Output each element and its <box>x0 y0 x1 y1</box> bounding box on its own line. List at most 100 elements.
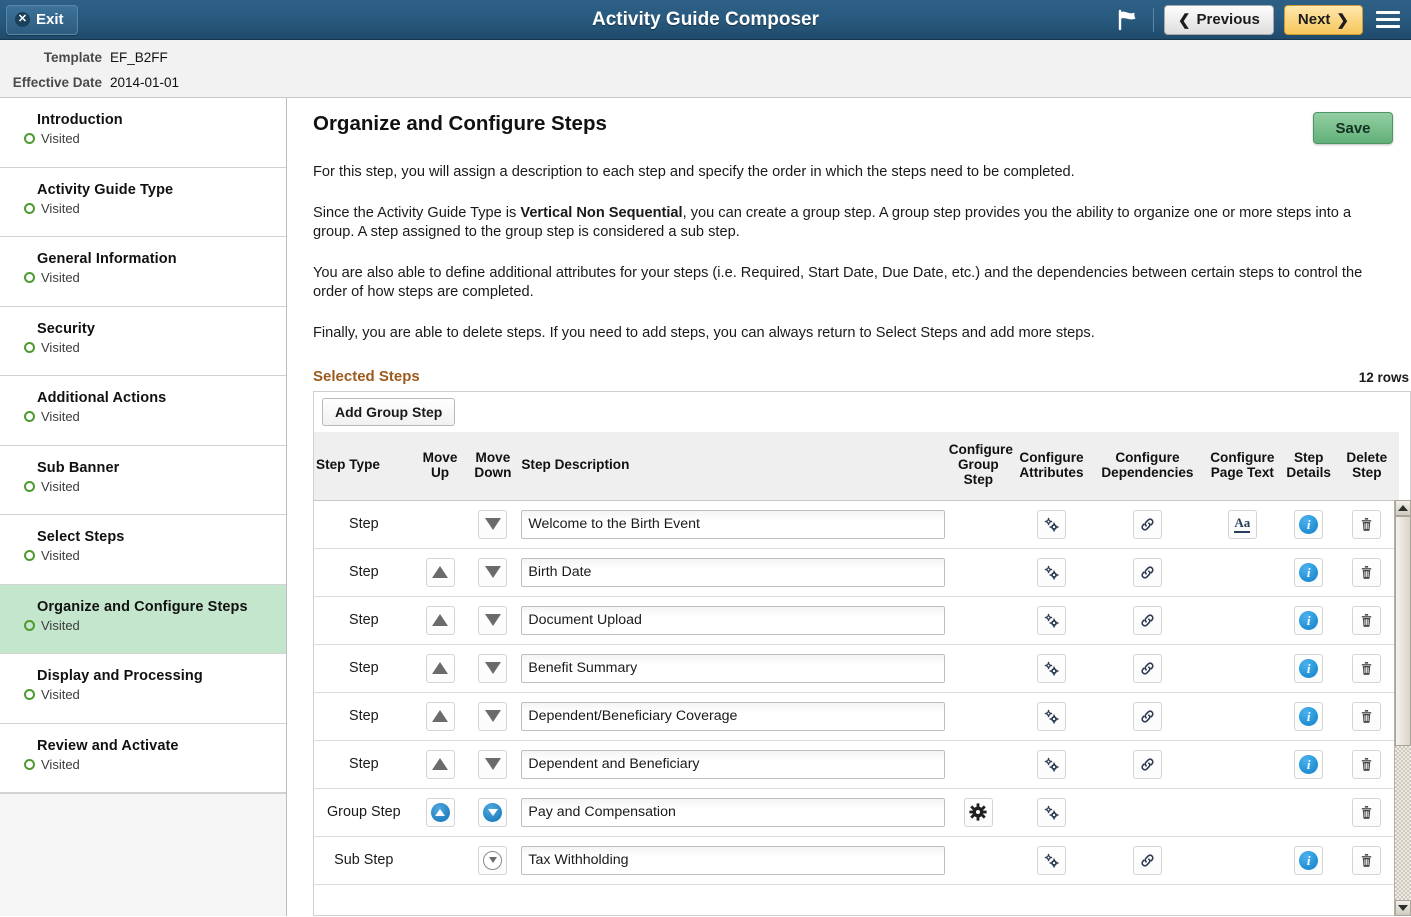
sidebar-item-general-information[interactable]: General Information Visited <box>0 237 286 307</box>
scrollbar-track[interactable] <box>1395 516 1411 900</box>
move-up-button[interactable] <box>425 749 455 779</box>
delete-step-button[interactable] <box>1352 653 1382 683</box>
configure-dependencies-button[interactable] <box>1132 701 1162 731</box>
move-up-button[interactable] <box>425 797 455 827</box>
step-description-input[interactable] <box>521 509 945 539</box>
configure-attributes-button[interactable] <box>1036 557 1066 587</box>
step-details-button[interactable]: i <box>1294 509 1324 539</box>
configure-attributes-button[interactable] <box>1036 797 1066 827</box>
move-up-button[interactable] <box>425 701 455 731</box>
sidebar-item-select-steps[interactable]: Select Steps Visited <box>0 515 286 585</box>
grid-vertical-scrollbar[interactable] <box>1394 500 1411 916</box>
configure-attributes-button[interactable] <box>1036 749 1066 779</box>
sidebar-item-sub-banner[interactable]: Sub Banner Visited <box>0 445 286 515</box>
step-description-input[interactable] <box>521 797 945 827</box>
add-group-step-button[interactable]: Add Group Step <box>322 398 456 426</box>
step-details-button[interactable]: i <box>1294 845 1324 875</box>
intro-paragraph-3: You are also able to define additional a… <box>313 264 1363 301</box>
step-description-input[interactable] <box>521 845 945 875</box>
info-icon: i <box>1299 706 1319 726</box>
move-down-button[interactable] <box>478 845 508 875</box>
save-button[interactable]: Save <box>1313 112 1393 144</box>
sidebar-item-review-and-activate[interactable]: Review and Activate Visited <box>0 723 286 793</box>
arrow-down-icon <box>484 614 501 626</box>
header-actions: ❮ Previous Next ❯ <box>1113 4 1403 35</box>
configure-dependencies-button[interactable] <box>1132 749 1162 779</box>
step-description-input[interactable] <box>521 653 945 683</box>
cell-move-down <box>466 548 520 597</box>
flag-icon[interactable] <box>1113 7 1143 33</box>
configure-dependencies-button[interactable] <box>1132 509 1162 539</box>
move-down-button[interactable] <box>478 557 508 587</box>
move-down-button[interactable] <box>478 797 508 827</box>
configure-attributes-button[interactable] <box>1036 701 1066 731</box>
sidebar-item-activity-guide-type[interactable]: Activity Guide Type Visited <box>0 167 286 237</box>
step-description-input[interactable] <box>521 557 945 587</box>
next-button[interactable]: Next ❯ <box>1283 4 1363 35</box>
gears-icon <box>1044 517 1059 531</box>
scrollbar-thumb[interactable] <box>1395 516 1411 746</box>
sidebar-item-security[interactable]: Security Visited <box>0 306 286 376</box>
configure-attributes-button[interactable] <box>1036 605 1066 635</box>
delete-step-button[interactable] <box>1352 749 1382 779</box>
delete-step-button[interactable] <box>1352 509 1382 539</box>
info-icon: i <box>1299 850 1319 870</box>
move-down-button[interactable] <box>478 653 508 683</box>
step-details-button[interactable]: i <box>1294 557 1324 587</box>
move-down-button[interactable] <box>478 509 508 539</box>
cell-move-up <box>413 548 467 597</box>
scroll-up-button[interactable] <box>1395 500 1411 516</box>
app-header: ✕ Exit Activity Guide Composer ❮ Previou… <box>0 0 1411 40</box>
configure-group-step-button[interactable] <box>963 797 993 827</box>
arrow-down-icon <box>484 518 501 530</box>
configure-attributes-button[interactable] <box>1036 653 1066 683</box>
move-down-button[interactable] <box>478 605 508 635</box>
step-details-button[interactable]: i <box>1294 605 1324 635</box>
sidebar-item-organize-and-configure-steps[interactable]: Organize and Configure Steps Visited <box>0 584 286 654</box>
move-up-button[interactable] <box>425 653 455 683</box>
delete-step-button[interactable] <box>1352 605 1382 635</box>
grid-toolbar: Add Group Step <box>313 391 1411 432</box>
configure-dependencies-button[interactable] <box>1132 653 1162 683</box>
cell-delete-step <box>1334 692 1399 741</box>
configure-dependencies-button[interactable] <box>1132 605 1162 635</box>
scroll-down-button[interactable] <box>1395 900 1411 916</box>
trash-icon <box>1362 854 1372 867</box>
step-description-input[interactable] <box>521 701 945 731</box>
move-down-button[interactable] <box>478 749 508 779</box>
configure-dependencies-button[interactable] <box>1132 845 1162 875</box>
gears-icon <box>1044 709 1059 723</box>
hamburger-menu-icon[interactable] <box>1373 7 1403 33</box>
step-details-button[interactable]: i <box>1294 701 1324 731</box>
delete-step-button[interactable] <box>1352 701 1382 731</box>
move-up-button[interactable] <box>425 557 455 587</box>
delete-step-button[interactable] <box>1352 845 1382 875</box>
step-details-button[interactable]: i <box>1294 749 1324 779</box>
sidebar-item-additional-actions[interactable]: Additional Actions Visited <box>0 376 286 446</box>
cell-step-description <box>519 548 947 597</box>
sidebar-item-display-and-processing[interactable]: Display and Processing Visited <box>0 654 286 724</box>
configure-attributes-button[interactable] <box>1036 509 1066 539</box>
sidebar-item-introduction[interactable]: Introduction Visited <box>0 98 286 168</box>
step-description-input[interactable] <box>521 605 945 635</box>
move-down-button[interactable] <box>478 701 508 731</box>
cell-step-type: Step <box>314 500 414 549</box>
move-up-button[interactable] <box>425 605 455 635</box>
configure-dependencies-button[interactable] <box>1132 557 1162 587</box>
cell-step-details: i <box>1282 740 1335 789</box>
selected-steps-title: Selected Steps <box>313 368 420 385</box>
exit-button[interactable]: ✕ Exit <box>6 4 78 35</box>
sidebar-item-label: Review and Activate <box>37 737 179 754</box>
configure-attributes-button[interactable] <box>1036 845 1066 875</box>
step-details-button[interactable]: i <box>1294 653 1324 683</box>
sidebar-item-label: General Information <box>37 251 177 267</box>
step-description-input[interactable] <box>521 749 945 779</box>
sidebar-item-label: Sub Banner <box>37 459 120 476</box>
cell-move-up <box>413 740 467 789</box>
cell-move-up <box>413 644 467 693</box>
configure-page-text-button[interactable]: Aa <box>1227 509 1257 539</box>
arrow-down-icon <box>483 850 503 870</box>
previous-button[interactable]: ❮ Previous <box>1163 4 1274 35</box>
delete-step-button[interactable] <box>1352 557 1382 587</box>
delete-step-button[interactable] <box>1352 797 1382 827</box>
